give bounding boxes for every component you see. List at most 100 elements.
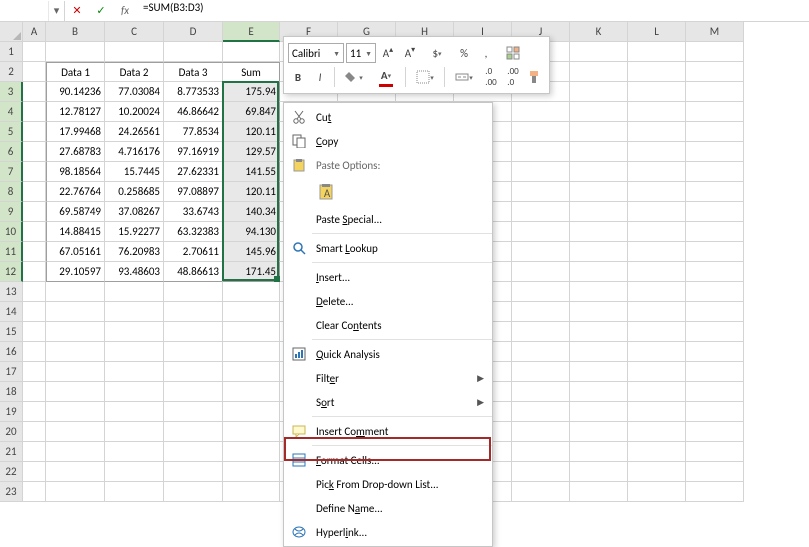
cell-A9[interactable] xyxy=(23,202,46,222)
cell-A22[interactable] xyxy=(23,462,46,482)
increase-decimal-button[interactable]: .0.00 xyxy=(481,67,501,87)
row-header-9[interactable]: 9 xyxy=(0,202,23,222)
cell-C6[interactable]: 4.716176 xyxy=(105,142,164,162)
cell-M10[interactable] xyxy=(686,222,744,242)
cell-D13[interactable] xyxy=(164,282,223,302)
cell-E2[interactable]: Sum xyxy=(223,62,280,82)
cell-J17[interactable] xyxy=(512,362,570,382)
cell-M15[interactable] xyxy=(686,322,744,342)
column-header-E[interactable]: E xyxy=(223,22,280,42)
cell-K19[interactable] xyxy=(570,402,628,422)
accounting-format-button[interactable]: $ ▾ xyxy=(422,43,452,63)
cell-B2[interactable]: Data 1 xyxy=(46,62,105,82)
cell-A5[interactable] xyxy=(23,122,46,142)
cell-E8[interactable]: 120.11 xyxy=(223,182,280,202)
cell-K8[interactable] xyxy=(570,182,628,202)
cell-D19[interactable] xyxy=(164,402,223,422)
cell-J18[interactable] xyxy=(512,382,570,402)
cell-K16[interactable] xyxy=(570,342,628,362)
cell-B11[interactable]: 67.05161 xyxy=(46,242,105,262)
cell-J8[interactable] xyxy=(512,182,570,202)
cell-L23[interactable] xyxy=(628,482,686,502)
cell-B10[interactable]: 14.88415 xyxy=(46,222,105,242)
fx-icon[interactable]: fx xyxy=(113,1,137,21)
menu-pick-from-list[interactable]: Pick From Drop-down List... xyxy=(284,472,492,496)
enter-icon[interactable]: ✓ xyxy=(89,1,113,21)
cell-K3[interactable] xyxy=(570,82,628,102)
row-header-19[interactable]: 19 xyxy=(0,402,23,422)
row-header-10[interactable]: 10 xyxy=(0,222,23,242)
cell-D9[interactable]: 33.6743 xyxy=(164,202,223,222)
row-header-5[interactable]: 5 xyxy=(0,122,23,142)
cell-B21[interactable] xyxy=(46,442,105,462)
cell-E12[interactable]: 171.45 xyxy=(223,262,280,282)
cell-M11[interactable] xyxy=(686,242,744,262)
column-header-B[interactable]: B xyxy=(46,22,105,42)
cell-B20[interactable] xyxy=(46,422,105,442)
cell-L17[interactable] xyxy=(628,362,686,382)
row-header-3[interactable]: 3 xyxy=(0,82,23,102)
cell-E20[interactable] xyxy=(223,422,280,442)
cell-J22[interactable] xyxy=(512,462,570,482)
cell-C12[interactable]: 93.48603 xyxy=(105,262,164,282)
cell-E3[interactable]: 175.94 xyxy=(223,82,280,102)
font-size-dropdown[interactable]: 11 ▼ xyxy=(346,43,376,63)
row-header-18[interactable]: 18 xyxy=(0,382,23,402)
cell-E5[interactable]: 120.11 xyxy=(223,122,280,142)
cell-M1[interactable] xyxy=(686,42,744,62)
cell-L19[interactable] xyxy=(628,402,686,422)
cell-K18[interactable] xyxy=(570,382,628,402)
cell-A8[interactable] xyxy=(23,182,46,202)
menu-smart-lookup[interactable]: Smart Lookup xyxy=(284,236,492,260)
row-header-1[interactable]: 1 xyxy=(0,42,23,62)
cell-B22[interactable] xyxy=(46,462,105,482)
cell-A16[interactable] xyxy=(23,342,46,362)
cell-D2[interactable]: Data 3 xyxy=(164,62,223,82)
font-name-dropdown[interactable]: Calibri ▼ xyxy=(288,43,344,63)
column-header-C[interactable]: C xyxy=(105,22,164,42)
cell-J14[interactable] xyxy=(512,302,570,322)
italic-button[interactable]: I xyxy=(310,67,330,87)
cell-L20[interactable] xyxy=(628,422,686,442)
cell-E21[interactable] xyxy=(223,442,280,462)
cell-J19[interactable] xyxy=(512,402,570,422)
cell-E19[interactable] xyxy=(223,402,280,422)
row-header-20[interactable]: 20 xyxy=(0,422,23,442)
cell-L21[interactable] xyxy=(628,442,686,462)
cell-M22[interactable] xyxy=(686,462,744,482)
cell-A6[interactable] xyxy=(23,142,46,162)
cell-B17[interactable] xyxy=(46,362,105,382)
cell-L10[interactable] xyxy=(628,222,686,242)
row-header-12[interactable]: 12 xyxy=(0,262,23,282)
cell-B19[interactable] xyxy=(46,402,105,422)
cell-L12[interactable] xyxy=(628,262,686,282)
menu-insert-comment[interactable]: Insert Comment xyxy=(284,419,492,443)
column-header-D[interactable]: D xyxy=(164,22,223,42)
cell-D7[interactable]: 27.62331 xyxy=(164,162,223,182)
shrink-font-button[interactable]: A▾ xyxy=(400,43,420,63)
cell-C10[interactable]: 15.92277 xyxy=(105,222,164,242)
cell-L16[interactable] xyxy=(628,342,686,362)
column-header-M[interactable]: M xyxy=(686,22,744,42)
cell-J5[interactable] xyxy=(512,122,570,142)
cell-A13[interactable] xyxy=(23,282,46,302)
comma-format-button[interactable]: , xyxy=(476,43,496,63)
cell-C20[interactable] xyxy=(105,422,164,442)
cell-C23[interactable] xyxy=(105,482,164,502)
formula-input[interactable]: =SUM(B3:D3) xyxy=(137,1,809,21)
cell-L1[interactable] xyxy=(628,42,686,62)
cell-M3[interactable] xyxy=(686,82,744,102)
cancel-icon[interactable]: ✕ xyxy=(65,1,89,21)
cell-C17[interactable] xyxy=(105,362,164,382)
cell-K7[interactable] xyxy=(570,162,628,182)
cell-K11[interactable] xyxy=(570,242,628,262)
cell-C9[interactable]: 37.08267 xyxy=(105,202,164,222)
column-header-A[interactable]: A xyxy=(23,22,46,42)
cell-E23[interactable] xyxy=(223,482,280,502)
decrease-decimal-button[interactable]: .00.0 xyxy=(503,67,523,87)
cell-E14[interactable] xyxy=(223,302,280,322)
menu-filter[interactable]: Filter ▶ xyxy=(284,366,492,390)
cell-M12[interactable] xyxy=(686,262,744,282)
cell-A11[interactable] xyxy=(23,242,46,262)
cell-E16[interactable] xyxy=(223,342,280,362)
